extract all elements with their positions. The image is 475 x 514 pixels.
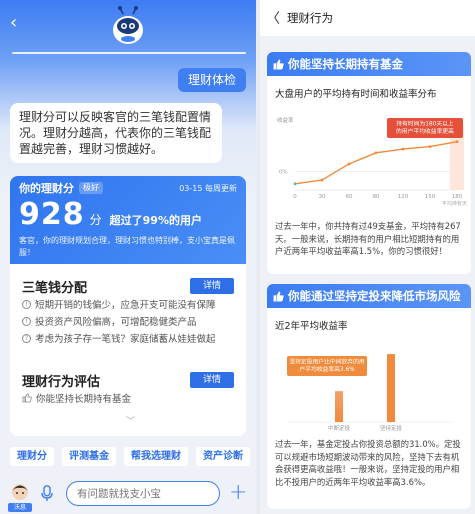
thumbs-up-icon [273, 59, 284, 69]
list-item: ! 投资资产风险偏高，可增配稳健类产品 [22, 314, 234, 328]
score-card-title: 你的理财分 [19, 182, 74, 195]
data-point [455, 140, 459, 144]
list-item: 你能坚持长期持有基金 [22, 391, 234, 405]
shortcut-score[interactable]: 理财分 [10, 447, 54, 466]
x-axis-label: 平均持有天数 [442, 200, 467, 207]
y-axis-label: 收益率 [277, 116, 294, 124]
section-title: 三笔钱分配 [22, 280, 88, 296]
data-point [428, 145, 432, 148]
chat-panel: ‹ 理财体检 理财分可以反映客官的三笔钱配置情况。理财分越高，代表你的三笔钱配置… [0, 0, 256, 514]
info-circle-icon: ! [22, 299, 31, 309]
avatar-tag: 沃息 [8, 503, 32, 512]
shortcut-asset-diagnosis[interactable]: 资产诊断 [196, 447, 250, 466]
score-description: 客官，你的理财规划合理，理财习惯也特别棒，支小宝真是佩服！ [19, 236, 235, 257]
divider [12, 52, 246, 54]
bot-message-bubble: 理财分可以反映客官的三笔钱配置情况。理财分越高，代表你的三笔钱配置越完善，理财习… [10, 103, 222, 163]
info-circle-icon: ? [22, 333, 31, 343]
holding-return-line-chart: 收益率 0% 0 30 60 90 120 150 180平均持有天数 持有时间为180天以上的用… [277, 116, 467, 207]
page-header: 〈 理财行为 [260, 0, 475, 36]
annotation-text: 坚持定投用户比中间放弃的用 [289, 358, 365, 366]
detail-button[interactable]: 详情 [190, 372, 234, 388]
analysis-card: 三笔钱分配 详情 ! 短期开销的钱偏少，应急开支可能没有保障 ! 投资资产风险偏… [10, 264, 246, 436]
data-point [293, 182, 297, 186]
list-item: ? 考虑为孩子存一笔钱？家庭储蓄从娃娃做起 [22, 331, 234, 345]
avatar[interactable] [10, 483, 30, 505]
data-point [374, 151, 378, 155]
x-tick-label: 坚持定投 [380, 424, 403, 432]
fixed-invest-card: 你能通过坚持定投来降低市场风险 近2年平均收益率 中断定投 坚持定投 坚持定投用户比… [267, 284, 471, 509]
bar [387, 354, 395, 422]
fixed-invest-bar-chart: 中断定投 坚持定投 坚持定投用户比中间放弃的用户平均收益率高3.6% [287, 354, 453, 432]
chevron-left-icon: 〈 [266, 11, 280, 27]
chart-title: 近2年平均收益率 [275, 321, 348, 332]
page-title: 理财行为 [287, 11, 333, 25]
score-update-date: 03-15 每周更新 [179, 183, 237, 193]
long-hold-card: 你能坚持长期持有基金 大盘用户的平均持有时间和收益率分布 收益率 0% 0 30 60 9… [267, 52, 471, 274]
bar [335, 391, 343, 422]
data-point [320, 178, 324, 182]
score-beat-text: 超过了99%的用户 [109, 214, 202, 227]
x-tick-label: 30 [319, 194, 326, 200]
card-paragraph: 过去一年，基金定投占你投资总额的31.0%。定投可以规避市场短期波动带来的风险，… [275, 439, 461, 487]
x-tick-label: 60 [346, 194, 353, 200]
card-paragraph: 过去一年中，你共持有过49支基金，平均持有267天。一般来说，长期持有的用户相比… [275, 221, 461, 256]
input-bar: 沃息 + [0, 473, 256, 514]
microphone-icon[interactable] [41, 485, 53, 502]
user-message-bubble: 理财体检 [177, 68, 246, 92]
section-three-money: 三笔钱分配 详情 ! 短期开销的钱偏少，应急开支可能没有保障 ! 投资资产风险偏… [22, 278, 234, 345]
score-unit: 分 [89, 213, 102, 227]
x-tick-label: 中断定投 [328, 424, 351, 432]
behavior-panel: 〈 理财行为 你能坚持长期持有基金 大盘用户的平均持有时间和收益率分布 收益率 0… [260, 0, 475, 514]
shortcut-choose-product[interactable]: 帮我选理财 [124, 447, 188, 466]
series-line [294, 140, 458, 185]
chevron-down-icon[interactable]: ﹀ [126, 414, 135, 427]
score-level-badge: 极好 [79, 182, 103, 194]
back-button[interactable]: ‹ [10, 14, 17, 32]
x-tick-label: 120 [398, 194, 409, 200]
detail-button[interactable]: 详情 [190, 278, 234, 294]
plus-icon[interactable]: + [229, 482, 247, 504]
chat-input[interactable] [66, 481, 220, 506]
back-button[interactable]: 〈 [266, 8, 280, 28]
section-behavior: 理财行为评估 详情 你能坚持长期持有基金 [22, 372, 234, 405]
x-tick-label: 150 [425, 194, 436, 200]
x-tick-label: 90 [373, 194, 380, 200]
x-tick-label: 0 [293, 194, 297, 200]
info-circle-icon: ! [22, 316, 31, 326]
section-title: 理财行为评估 [22, 374, 101, 390]
score-value: 928 [19, 197, 85, 232]
data-point [401, 147, 405, 151]
list-item: ! 短期开销的钱偏少，应急开支可能没有保障 [22, 297, 234, 311]
card-header: 你能通过坚持定投来降低市场风险 [267, 284, 471, 308]
annotation-text: 持有时间为180天以上 [396, 120, 454, 128]
card-header: 你能坚持长期持有基金 [267, 52, 471, 76]
x-tick-label: 180 [452, 194, 463, 200]
shortcut-bar: 理财分 评测基金 帮我选理财 资产诊断 [10, 447, 250, 466]
robot-mascot-icon [113, 6, 143, 44]
thumbs-up-icon [273, 291, 284, 301]
annotation-text: 的用户平均收益率更高 [396, 127, 454, 135]
shortcut-evaluate-fund[interactable]: 评测基金 [62, 447, 116, 466]
chart-title: 大盘用户的平均持有时间和收益率分布 [275, 89, 437, 100]
score-card[interactable]: 你的理财分 极好 03-15 每周更新 928 分 超过了99%的用户 客官，你… [10, 176, 246, 264]
data-point [347, 162, 351, 166]
thumbs-up-icon [22, 393, 32, 403]
chevron-left-icon: ‹ [10, 12, 18, 33]
annotation-text: 户平均收益率高3.6% [299, 365, 355, 373]
y-tick-label: 0% [279, 169, 288, 175]
